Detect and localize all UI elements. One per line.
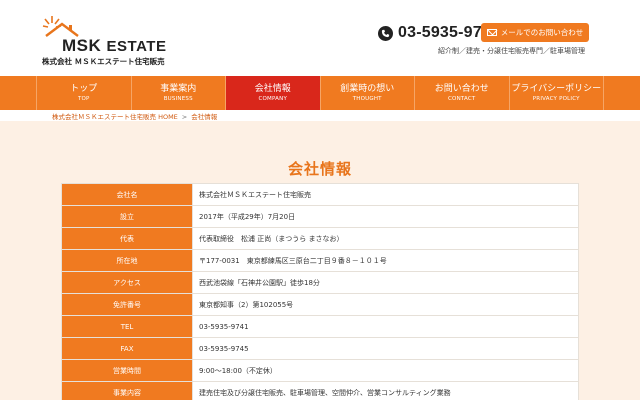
row-value: 代表取締役 松浦 正尚（まつうら まさなお） xyxy=(192,227,579,250)
table-row: アクセス 西武池袋線「石神井公園駅」徒歩18分 xyxy=(61,271,579,294)
logo-company-name: 株式会社 ＭＳＫエステート住宅販売 xyxy=(42,57,165,66)
row-label: 設立 xyxy=(61,205,193,228)
table-row: 免許番号 東京都知事（2）第102055号 xyxy=(61,293,579,316)
nav-item-top[interactable]: トップ TOP xyxy=(37,76,132,110)
row-value: 〒177-0031 東京都練馬区三原台二丁目９番８－１０１号 xyxy=(192,249,579,272)
nav-item-contact[interactable]: お問い合わせ CONTACT xyxy=(415,76,510,110)
row-value: 建売住宅及び分譲住宅販売、駐車場管理、空間仲介、営業コンサルティング業務 xyxy=(192,381,579,400)
row-value: 03-5935-9741 xyxy=(192,315,579,338)
nav-item-thought[interactable]: 創業時の想い THOUGHT xyxy=(321,76,415,110)
global-nav: トップ TOP 事業案内 BUSINESS 会社情報 COMPANY 創業時の想… xyxy=(0,76,640,110)
breadcrumb-current: 会社情報 xyxy=(191,113,218,121)
header-tagline: 紹介制／建売・分譲住宅販売専門／駐車場管理 xyxy=(438,47,585,55)
row-label: アクセス xyxy=(61,271,193,294)
row-value: 東京都知事（2）第102055号 xyxy=(192,293,579,316)
envelope-icon xyxy=(486,29,497,36)
nav-item-privacy-policy[interactable]: プライバシーポリシー PRIVACY POLICY xyxy=(510,76,604,110)
row-value: 株式会社ＭＳＫエステート住宅販売 xyxy=(192,183,579,206)
row-value: 西武池袋線「石神井公園駅」徒歩18分 xyxy=(192,271,579,294)
row-label: TEL xyxy=(61,315,193,338)
logo-brand-text: MSK ESTATE xyxy=(62,36,167,55)
phone-icon xyxy=(378,25,393,41)
page-title: 会社情報 xyxy=(287,160,352,178)
row-value: 9:00～18:00（不定休） xyxy=(192,359,579,382)
nav-item-label: プライバシーポリシー xyxy=(511,83,602,94)
nav-item-business[interactable]: 事業案内 BUSINESS xyxy=(132,76,226,110)
nav-item-sublabel: THOUGHT xyxy=(352,95,382,102)
nav-item-label: 会社情報 xyxy=(254,83,291,94)
row-label: 営業時間 xyxy=(61,359,193,382)
nav-item-label: 創業時の想い xyxy=(340,83,395,94)
row-label: 事業内容 xyxy=(61,381,193,400)
nav-item-sublabel: CONTACT xyxy=(448,95,476,102)
mail-contact-button[interactable]: メールでのお問い合わせ xyxy=(481,23,589,42)
table-row: 所在地 〒177-0031 東京都練馬区三原台二丁目９番８－１０１号 xyxy=(61,249,579,272)
company-info-table: 会社名 株式会社ＭＳＫエステート住宅販売 設立 2017年（平成29年）7月20… xyxy=(61,183,579,400)
row-label: 免許番号 xyxy=(61,293,193,316)
nav-item-sublabel: PRIVACY POLICY xyxy=(532,95,580,102)
site-logo[interactable]: MSK ESTATE 株式会社 ＭＳＫエステート住宅販売 xyxy=(42,14,172,68)
nav-item-sublabel: TOP xyxy=(77,95,90,102)
nav-item-label: 事業案内 xyxy=(160,83,197,94)
row-label: FAX xyxy=(61,337,193,360)
nav-item-label: お問い合わせ xyxy=(434,83,489,94)
row-value: 2017年（平成29年）7月20日 xyxy=(192,205,579,228)
nav-item-label: トップ xyxy=(70,83,98,94)
table-row: 設立 2017年（平成29年）7月20日 xyxy=(61,205,579,228)
nav-item-company[interactable]: 会社情報 COMPANY xyxy=(226,76,321,110)
row-value: 03-5935-9745 xyxy=(192,337,579,360)
row-label: 会社名 xyxy=(61,183,193,206)
table-row: 営業時間 9:00～18:00（不定休） xyxy=(61,359,579,382)
row-label: 所在地 xyxy=(61,249,193,272)
nav-item-sublabel: BUSINESS xyxy=(163,95,193,102)
table-row: 会社名 株式会社ＭＳＫエステート住宅販売 xyxy=(61,183,579,206)
table-row: TEL 03-5935-9741 xyxy=(61,315,579,338)
table-row: 事業内容 建売住宅及び分譲住宅販売、駐車場管理、空間仲介、営業コンサルティング業… xyxy=(61,381,579,400)
mail-button-label: メールでのお問い合わせ xyxy=(500,28,584,37)
breadcrumb-home-link[interactable]: 株式会社ＭＳＫエステート住宅販売 HOME xyxy=(52,113,178,121)
table-row: FAX 03-5935-9745 xyxy=(61,337,579,360)
table-row: 代表 代表取締役 松浦 正尚（まつうら まさなお） xyxy=(61,227,579,250)
site-header: MSK ESTATE 株式会社 ＭＳＫエステート住宅販売 03-5935-974… xyxy=(0,0,640,76)
row-label: 代表 xyxy=(61,227,193,250)
breadcrumb: 株式会社ＭＳＫエステート住宅販売 HOME > 会社情報 xyxy=(52,111,217,121)
breadcrumb-separator: > xyxy=(181,113,188,121)
nav-item-sublabel: COMPANY xyxy=(258,95,288,102)
